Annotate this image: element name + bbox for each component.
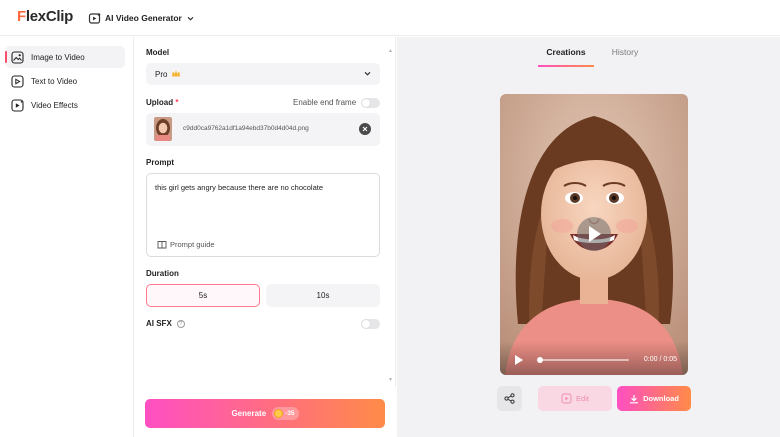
sidebar-item-video-effects[interactable]: Video Effects bbox=[5, 94, 125, 116]
ai-video-icon bbox=[88, 12, 101, 24]
sidebar-item-label: Video Effects bbox=[31, 100, 78, 110]
text-video-icon bbox=[11, 74, 24, 88]
duration-label: Duration bbox=[146, 269, 179, 278]
sidebar-item-label: Image to Video bbox=[31, 52, 85, 62]
uploaded-file-name: c9dd0ca9762a1df1a94ebd37b0d4d04d.png bbox=[183, 125, 309, 132]
prompt-text: this girl gets angry because there are n… bbox=[155, 183, 324, 192]
scroll-down-arrow[interactable]: ▼ bbox=[388, 377, 393, 383]
download-button[interactable]: Download bbox=[617, 386, 691, 411]
model-select[interactable]: Pro bbox=[146, 63, 380, 85]
scroll-up-arrow[interactable]: ▲ bbox=[388, 48, 393, 54]
video-frame bbox=[500, 94, 688, 375]
play-icon[interactable] bbox=[514, 354, 524, 366]
flexclip-logo[interactable]: FlexClip bbox=[17, 8, 73, 25]
uploaded-image-thumbnail bbox=[154, 117, 172, 141]
sidebar: Image to Video Text to Video Video Effec… bbox=[0, 37, 134, 437]
video-time: 0:00 / 0:05 bbox=[643, 356, 677, 363]
download-icon bbox=[630, 394, 639, 403]
generator-form: ▲ Model Pro Upload * Enable end frame c9… bbox=[135, 37, 396, 437]
credit-cost-badge: -35 bbox=[272, 407, 299, 420]
download-label: Download bbox=[643, 394, 679, 403]
ai-sfx-toggle[interactable] bbox=[361, 319, 380, 329]
upload-label: Upload * bbox=[146, 98, 179, 107]
end-frame-toggle[interactable] bbox=[361, 98, 380, 108]
logo-text: lexClip bbox=[25, 8, 73, 25]
top-bar: FlexClip AI Video Generator bbox=[0, 0, 780, 36]
video-progress-track[interactable] bbox=[537, 357, 629, 363]
generate-label: Generate bbox=[231, 409, 267, 418]
video-player[interactable]: 0:00 / 0:05 bbox=[500, 94, 688, 375]
video-controls: 0:00 / 0:05 bbox=[500, 341, 688, 375]
sidebar-item-label: Text to Video bbox=[31, 76, 78, 86]
uploaded-file-row: c9dd0ca9762a1df1a94ebd37b0d4d04d.png bbox=[146, 113, 380, 146]
preview-panel: Creations History 0:00 / 0:05 Edit Downl… bbox=[397, 37, 780, 437]
video-effects-icon bbox=[11, 98, 24, 112]
video-progress-knob[interactable] bbox=[537, 357, 543, 363]
prompt-textarea[interactable]: this girl gets angry because there are n… bbox=[146, 173, 380, 257]
ai-sfx-label: AI SFX bbox=[146, 319, 172, 328]
app-switcher-label: AI Video Generator bbox=[105, 13, 182, 23]
prompt-label: Prompt bbox=[146, 158, 174, 167]
share-icon bbox=[504, 393, 515, 404]
model-value: Pro bbox=[155, 69, 168, 79]
coin-icon bbox=[274, 409, 284, 418]
share-button[interactable] bbox=[497, 386, 522, 411]
sidebar-item-image-to-video[interactable]: Image to Video bbox=[5, 46, 125, 68]
image-video-icon bbox=[11, 50, 24, 64]
prompt-guide-link[interactable]: Prompt guide bbox=[157, 240, 215, 249]
app-switcher[interactable]: AI Video Generator bbox=[88, 10, 195, 26]
required-mark: * bbox=[175, 98, 179, 107]
credit-cost: -35 bbox=[285, 410, 295, 417]
prompt-guide-label: Prompt guide bbox=[170, 240, 215, 249]
edit-button[interactable]: Edit bbox=[538, 386, 612, 411]
edit-video-icon bbox=[561, 393, 572, 404]
chevron-down-icon bbox=[364, 71, 371, 76]
help-icon[interactable]: ? bbox=[176, 319, 185, 328]
edit-label: Edit bbox=[576, 394, 589, 403]
crown-icon bbox=[171, 69, 181, 80]
close-icon bbox=[362, 126, 368, 132]
sidebar-item-text-to-video[interactable]: Text to Video bbox=[5, 70, 125, 92]
book-icon bbox=[157, 241, 167, 249]
generate-button[interactable]: Generate -35 bbox=[145, 399, 385, 428]
ai-sfx-row: AI SFX ? bbox=[146, 319, 185, 328]
chevron-down-icon bbox=[187, 16, 194, 21]
duration-10s-button[interactable]: 10s bbox=[266, 284, 380, 307]
generate-area: Generate -35 bbox=[135, 387, 396, 437]
remove-file-button[interactable] bbox=[359, 123, 371, 135]
tab-creations[interactable]: Creations bbox=[538, 37, 594, 67]
duration-5s-button[interactable]: 5s bbox=[146, 284, 260, 307]
end-frame-label: Enable end frame bbox=[293, 98, 357, 107]
tab-history[interactable]: History bbox=[603, 37, 647, 67]
model-label: Model bbox=[146, 48, 170, 57]
